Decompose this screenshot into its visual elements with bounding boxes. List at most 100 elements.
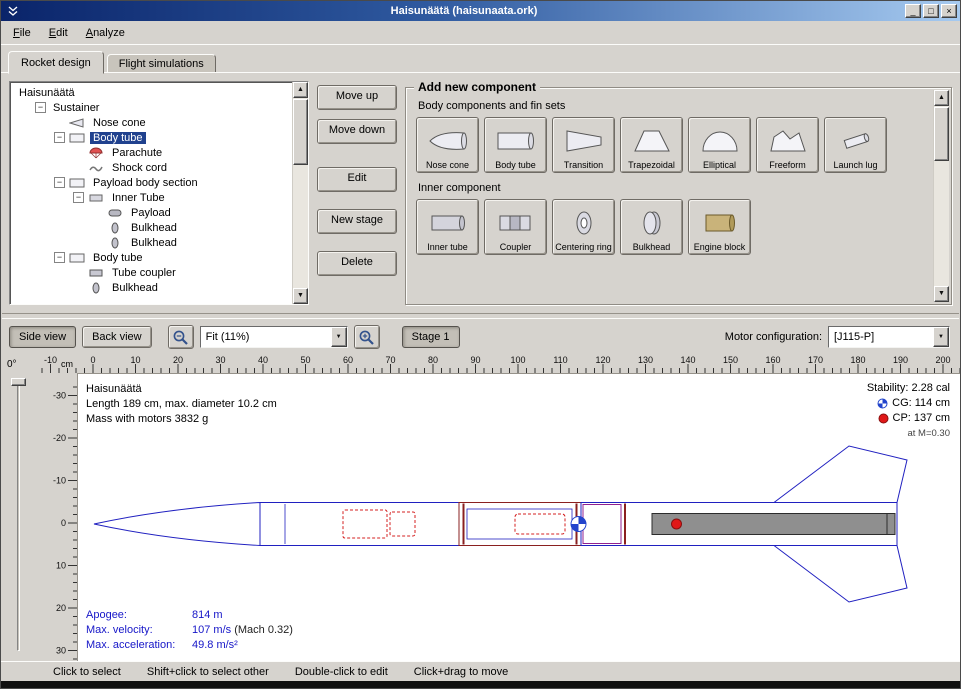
statusbar: Click to select Shift+click to select ot…: [1, 661, 960, 681]
palette-scrollbar[interactable]: ▲ ▼: [933, 90, 949, 302]
tree-item-payload-body-section[interactable]: −Payload body section: [10, 175, 292, 190]
tree-expander-icon[interactable]: −: [54, 132, 65, 143]
tree-item-bulkhead[interactable]: Bulkhead: [10, 280, 292, 295]
svg-text:-10: -10: [44, 355, 57, 365]
tree-scrollbar-thumb[interactable]: [293, 99, 308, 165]
scroll-up-icon[interactable]: ▲: [293, 82, 308, 98]
menu-analyze[interactable]: Analyze: [77, 23, 134, 43]
move-up-button[interactable]: Move up: [317, 85, 397, 110]
zoom-out-button[interactable]: [168, 325, 194, 349]
scroll-down-icon[interactable]: ▼: [934, 286, 949, 302]
add-nose-cone-button[interactable]: Nose cone: [416, 117, 479, 173]
tree-item-haisun-t[interactable]: Haisunäätä: [10, 85, 292, 100]
fin-upper-shape[interactable]: [774, 446, 907, 503]
bodytube-icon: [69, 252, 87, 264]
tree-item-parachute[interactable]: Parachute: [10, 145, 292, 160]
svg-text:160: 160: [765, 355, 780, 365]
side-view-button[interactable]: Side view: [9, 326, 76, 348]
tree-item-bulkhead[interactable]: Bulkhead: [10, 235, 292, 250]
add-elliptical-button[interactable]: Elliptical: [688, 117, 751, 173]
tab-flight-simulations[interactable]: Flight simulations: [107, 54, 216, 73]
motor-configuration-select[interactable]: [J115-P] ▼: [828, 326, 950, 348]
tree-item-nose-cone[interactable]: Nose cone: [10, 115, 292, 130]
tree-item-bulkhead[interactable]: Bulkhead: [10, 220, 292, 235]
tree-item-body-tube[interactable]: − Body tube: [10, 250, 292, 265]
engine-block-icon: [700, 204, 740, 242]
svg-text:0: 0: [90, 355, 95, 365]
tree-item-label: Inner Tube: [109, 192, 168, 204]
tree-expander-icon[interactable]: −: [35, 102, 46, 113]
svg-text:170: 170: [808, 355, 823, 365]
trapezoidal-icon: [632, 122, 672, 160]
nose-cone-shape[interactable]: [94, 503, 260, 546]
tree-item-sustainer[interactable]: −Sustainer: [10, 100, 292, 115]
back-view-button[interactable]: Back view: [82, 326, 152, 348]
tree-item-shock-cord[interactable]: Shock cord: [10, 160, 292, 175]
add-freeform-button[interactable]: Freeform: [756, 117, 819, 173]
scroll-down-icon[interactable]: ▼: [293, 288, 308, 304]
motor-configuration-label: Motor configuration:: [725, 331, 822, 343]
stage-1-toggle[interactable]: Stage 1: [402, 326, 460, 348]
tree-item-label: Bulkhead: [128, 222, 180, 234]
palette-scrollbar-thumb[interactable]: [934, 107, 949, 161]
svg-text:150: 150: [723, 355, 738, 365]
close-button[interactable]: ×: [941, 4, 957, 18]
svg-text:120: 120: [595, 355, 610, 365]
bulkhead-icon: [107, 237, 125, 249]
tab-rocket-design[interactable]: Rocket design: [8, 51, 104, 74]
maximize-button[interactable]: □: [923, 4, 939, 18]
add-bulkhead-button[interactable]: Bulkhead: [620, 199, 683, 255]
tree-item-tube-coupler[interactable]: Tube coupler: [10, 265, 292, 280]
svg-text:40: 40: [258, 355, 268, 365]
component-actions: Move up Move down Edit New stage Delete: [317, 81, 397, 305]
tree-expander-icon[interactable]: −: [73, 192, 84, 203]
tree-item-label: Body tube: [90, 252, 146, 264]
apogee-value: 814 m: [192, 609, 223, 621]
coupler-icon: [496, 204, 536, 242]
chevron-down-icon[interactable]: ▼: [933, 327, 949, 347]
add-trapezoidal-button[interactable]: Trapezoidal: [620, 117, 683, 173]
cp-marker: [672, 519, 682, 529]
rotation-slider-thumb[interactable]: [11, 378, 26, 386]
add-body-tube-button[interactable]: Body tube: [484, 117, 547, 173]
motor-shape[interactable]: [652, 514, 895, 535]
tree-scrollbar[interactable]: ▲ ▼: [292, 82, 308, 304]
rocket-canvas[interactable]: Haisunäätä Length 189 cm, max. diameter …: [77, 373, 960, 661]
tree-item-label: Parachute: [109, 147, 165, 159]
add-coupler-button[interactable]: Coupler: [484, 199, 547, 255]
add-engine-block-button[interactable]: Engine block: [688, 199, 751, 255]
delete-button[interactable]: Delete: [317, 251, 397, 276]
titlebar[interactable]: Haisunäätä (haisunaata.ork) _ □ ×: [1, 1, 960, 21]
tree-item-body-tube[interactable]: −Body tube: [10, 130, 292, 145]
tree-expander-icon[interactable]: −: [54, 177, 65, 188]
component-tree-panel: Haisunäätä−SustainerNose cone − Body tube P…: [9, 81, 309, 305]
bulkhead-icon: [88, 282, 106, 294]
menu-edit[interactable]: Edit: [40, 23, 77, 43]
zoom-level-value: Fit (11%): [201, 331, 331, 343]
add-transition-button[interactable]: Transition: [552, 117, 615, 173]
minimize-button[interactable]: _: [905, 4, 921, 18]
flight-stats: Apogee:814 m Max. velocity:107 m/s (Mach…: [86, 608, 293, 653]
scroll-up-icon[interactable]: ▲: [934, 90, 949, 106]
tree-scrollbar-track[interactable]: [293, 98, 308, 288]
add-launch-lug-button[interactable]: Launch lug: [824, 117, 887, 173]
zoom-level-select[interactable]: Fit (11%) ▼: [200, 326, 348, 348]
add-centering-ring-button[interactable]: Centering ring: [552, 199, 615, 255]
rocket-view: 0° -100102030405060708090100110120130140…: [1, 355, 960, 661]
zoom-in-button[interactable]: [354, 325, 380, 349]
body-tube-shape[interactable]: [260, 503, 459, 546]
add-inner-tube-button[interactable]: Inner tube: [416, 199, 479, 255]
tree-expander-icon[interactable]: −: [54, 252, 65, 263]
tree-item-inner-tube[interactable]: − Inner Tube: [10, 190, 292, 205]
edit-button[interactable]: Edit: [317, 167, 397, 192]
move-down-button[interactable]: Move down: [317, 119, 397, 144]
fin-lower-shape[interactable]: [774, 546, 907, 603]
rotation-slider[interactable]: [1, 373, 35, 661]
max-velocity-label: Max. velocity:: [86, 623, 192, 638]
chevron-down-icon[interactable]: ▼: [331, 327, 347, 347]
palette-scrollbar-track[interactable]: [934, 106, 949, 286]
menu-file[interactable]: File: [4, 23, 40, 43]
new-stage-button[interactable]: New stage: [317, 209, 397, 234]
transition-icon: [564, 122, 604, 160]
tree-item-payload[interactable]: Payload: [10, 205, 292, 220]
